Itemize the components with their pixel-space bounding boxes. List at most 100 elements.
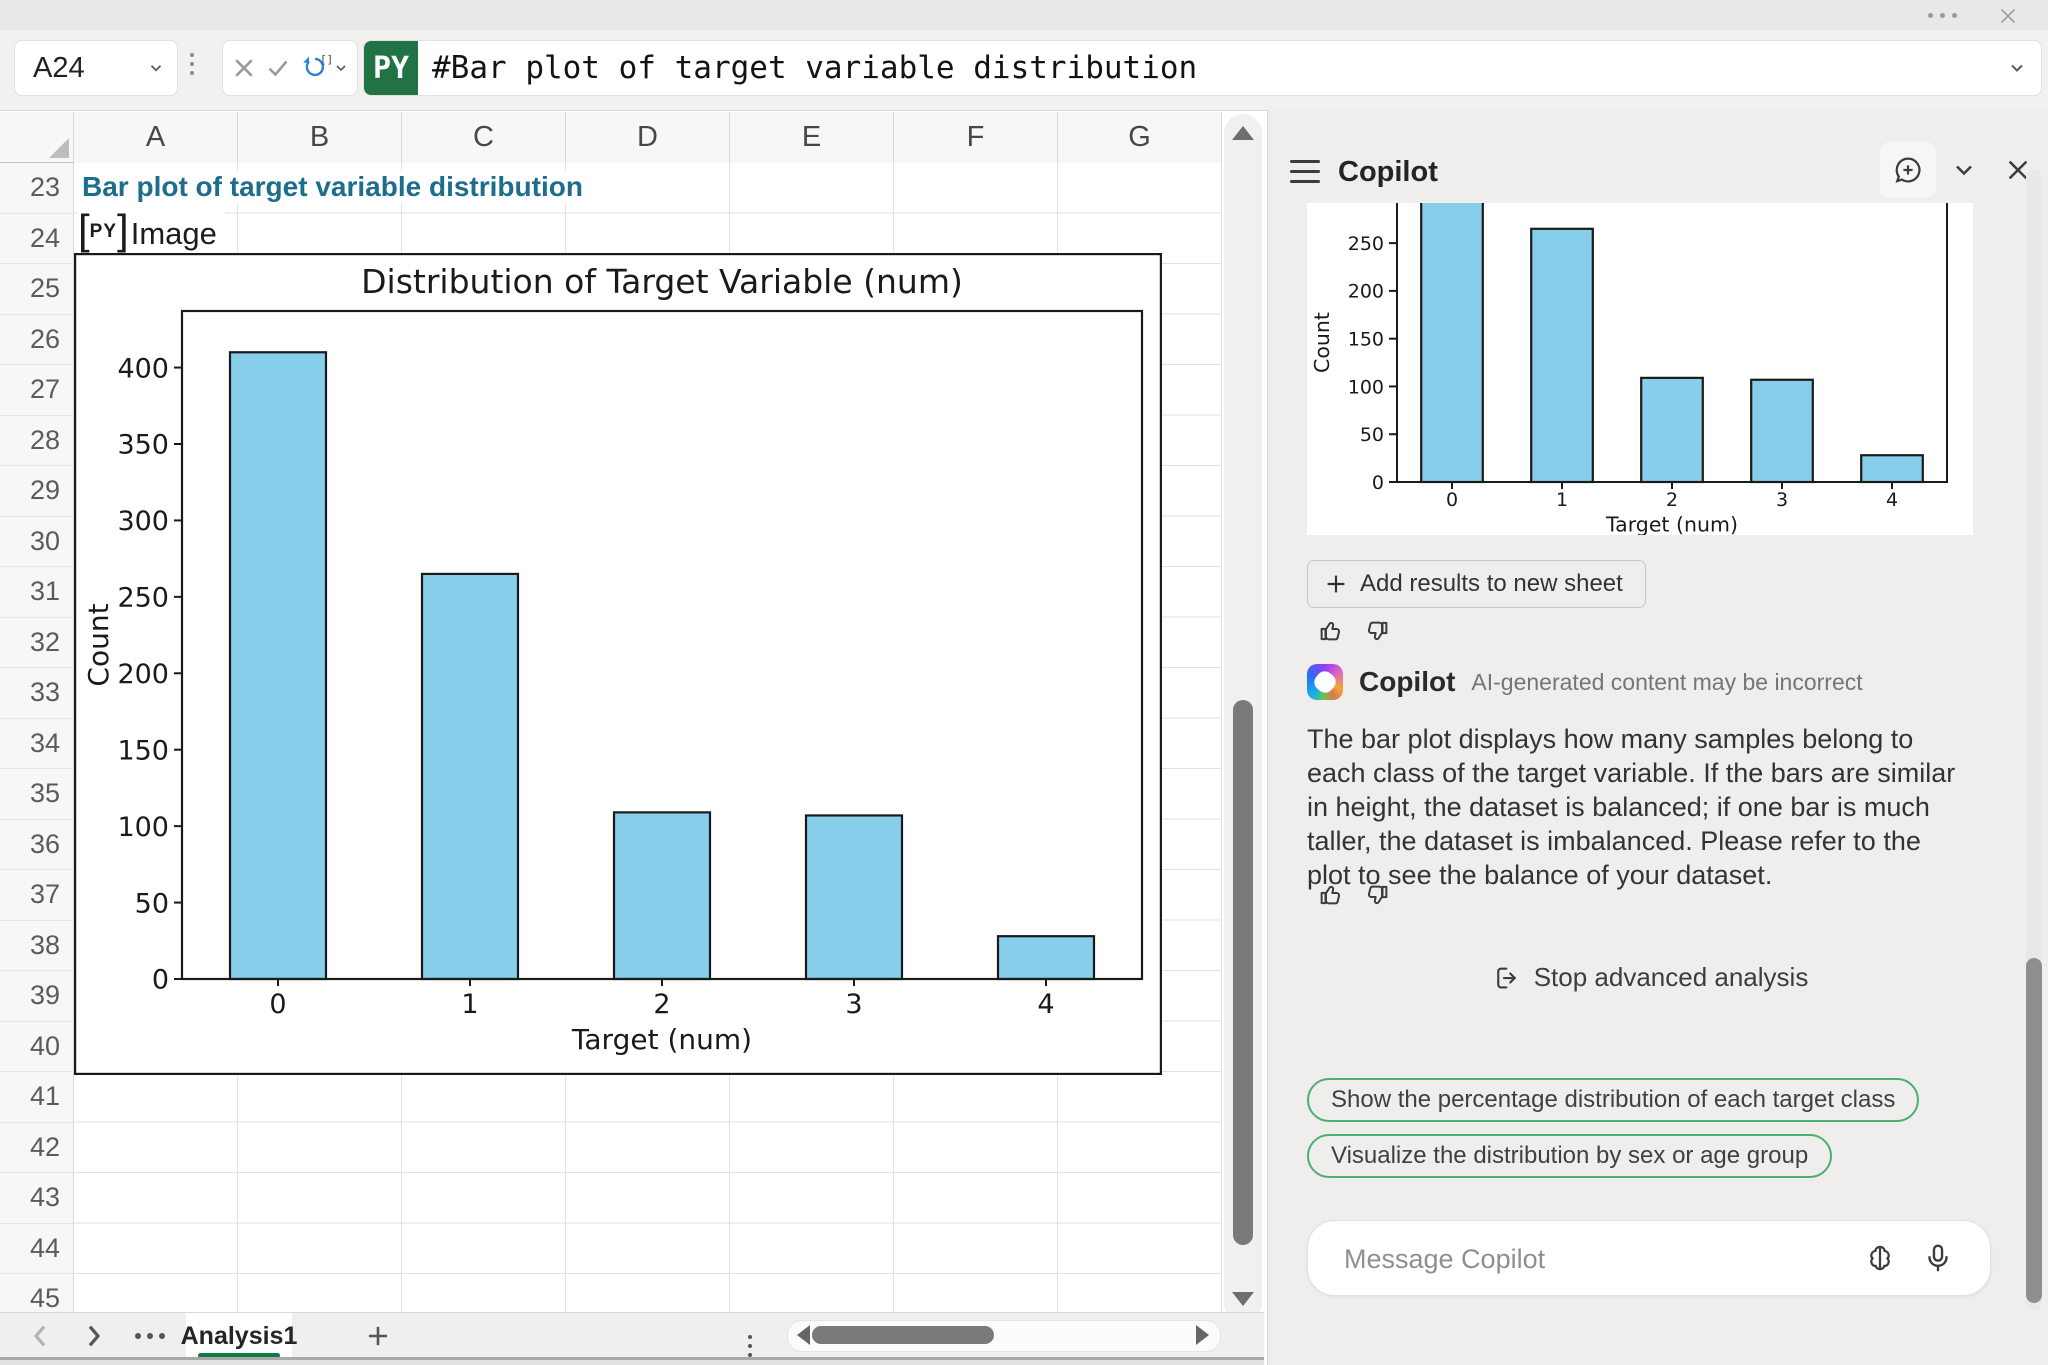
svg-text:100: 100 — [117, 812, 169, 843]
confirm-entry-icon[interactable] — [265, 55, 291, 81]
svg-text:Count: Count — [82, 603, 115, 686]
row-header[interactable]: 43 — [0, 1173, 73, 1224]
scroll-down-icon[interactable] — [1232, 1292, 1254, 1306]
row-header[interactable]: 32 — [0, 618, 73, 669]
formula-bar-options-icon[interactable] — [190, 53, 194, 75]
copilot-mini-chart: 05010015020025030001234Target (num)Count — [1307, 203, 1973, 535]
copilot-scrollbar-thumb[interactable] — [2026, 958, 2042, 1303]
microphone-icon[interactable] — [1920, 1240, 1956, 1276]
next-sheet-icon[interactable] — [78, 1313, 110, 1359]
svg-text:1: 1 — [1556, 489, 1568, 511]
grid-vertical-scrollbar-thumb[interactable] — [1233, 700, 1253, 1245]
column-header[interactable]: F — [894, 112, 1058, 163]
row-header[interactable]: 45 — [0, 1274, 73, 1312]
column-header[interactable]: B — [238, 112, 402, 163]
window-close-icon[interactable] — [1996, 4, 2020, 28]
row-header[interactable]: 41 — [0, 1072, 73, 1123]
svg-text:0: 0 — [1372, 472, 1384, 494]
scroll-left-icon[interactable] — [797, 1325, 810, 1345]
row-header[interactable]: 28 — [0, 416, 73, 467]
row-header[interactable]: 27 — [0, 365, 73, 416]
svg-text:2: 2 — [653, 989, 670, 1020]
new-chat-icon[interactable] — [1880, 142, 1936, 198]
python-insert-function-icon[interactable]: [] — [299, 53, 349, 83]
svg-text:3: 3 — [845, 989, 862, 1020]
thumbs-up-icon[interactable] — [1316, 616, 1346, 646]
all-sheets-icon[interactable] — [128, 1313, 172, 1359]
svg-text:3: 3 — [1776, 489, 1788, 511]
svg-text:0: 0 — [152, 965, 169, 996]
copilot-menu-icon[interactable] — [1290, 160, 1320, 183]
scroll-right-icon[interactable] — [1196, 1325, 1209, 1345]
select-all-corner[interactable] — [0, 112, 74, 163]
copilot-panel-title: Copilot — [1338, 156, 1438, 189]
svg-text:200: 200 — [1348, 281, 1384, 303]
main-chart[interactable]: 05010015020025030035040001234Target (num… — [74, 253, 1162, 1075]
thumbs-up-icon[interactable] — [1316, 880, 1346, 910]
suggestion-pill-1[interactable]: Show the percentage distribution of each… — [1307, 1078, 1919, 1122]
formula-controls: [] — [222, 40, 358, 96]
column-headers: ABCDEFG — [74, 112, 1222, 164]
column-header[interactable]: A — [74, 112, 238, 163]
row-header[interactable]: 35 — [0, 769, 73, 820]
row-header[interactable]: 38 — [0, 921, 73, 972]
add-sheet-icon[interactable] — [358, 1313, 398, 1359]
row-header[interactable]: 42 — [0, 1123, 73, 1174]
add-results-button[interactable]: Add results to new sheet — [1307, 560, 1646, 608]
svg-text:4: 4 — [1886, 489, 1898, 511]
ai-disclaimer: AI-generated content may be incorrect — [1471, 669, 1862, 696]
copilot-collapse-icon[interactable] — [1946, 152, 1982, 188]
row-header[interactable]: 37 — [0, 870, 73, 921]
copilot-message-input[interactable] — [1342, 1221, 1836, 1297]
row-header[interactable]: 36 — [0, 820, 73, 871]
svg-text:Distribution of Target Variabl: Distribution of Target Variable (num) — [361, 262, 963, 301]
thumbs-down-icon[interactable] — [1362, 880, 1392, 910]
python-badge: PY — [364, 41, 418, 95]
svg-text:300: 300 — [1348, 203, 1384, 207]
row-header[interactable]: 39 — [0, 971, 73, 1022]
thumbs-down-icon[interactable] — [1362, 616, 1392, 646]
svg-text:250: 250 — [1348, 233, 1384, 255]
formula-input[interactable]: PY #Bar plot of target variable distribu… — [363, 40, 2042, 96]
row-header[interactable]: 24 — [0, 214, 73, 265]
cell-a23-text: Bar plot of target variable distribution — [82, 171, 593, 203]
feedback-row-2 — [1316, 880, 1392, 910]
name-box[interactable]: A24 — [14, 40, 178, 96]
row-header[interactable]: 31 — [0, 567, 73, 618]
name-box-chevron-icon[interactable] — [147, 59, 165, 77]
svg-text:2: 2 — [1666, 489, 1678, 511]
row-header[interactable]: 25 — [0, 264, 73, 315]
prev-sheet-icon[interactable] — [24, 1313, 56, 1359]
stop-advanced-analysis-button[interactable]: Stop advanced analysis — [1307, 962, 1993, 993]
cell-a24-python-image: [PY]Image — [78, 210, 225, 252]
svg-text:0: 0 — [269, 989, 286, 1020]
column-header[interactable]: G — [1058, 112, 1222, 163]
row-header[interactable]: 33 — [0, 668, 73, 719]
copilot-attribution: Copilot AI-generated content may be inco… — [1307, 664, 1863, 700]
copilot-reasoning-icon[interactable] — [1862, 1240, 1898, 1276]
row-header[interactable]: 40 — [0, 1022, 73, 1073]
row-headers: 2324252627282930313233343536373839404142… — [0, 163, 74, 1312]
svg-text:250: 250 — [117, 583, 169, 614]
row-header[interactable]: 26 — [0, 315, 73, 366]
copilot-sender-name: Copilot — [1359, 666, 1455, 698]
row-header[interactable]: 30 — [0, 517, 73, 568]
horizontal-scrollbar-thumb[interactable] — [812, 1326, 994, 1344]
formula-text: #Bar plot of target variable distributio… — [432, 50, 1197, 86]
svg-text:[]: [] — [320, 53, 333, 66]
row-header[interactable]: 29 — [0, 466, 73, 517]
column-header[interactable]: E — [730, 112, 894, 163]
window-more-icon[interactable] — [1928, 13, 1957, 18]
column-header[interactable]: D — [566, 112, 730, 163]
suggestion-pill-2[interactable]: Visualize the distribution by sex or age… — [1307, 1134, 1832, 1178]
scroll-up-icon[interactable] — [1232, 126, 1254, 140]
window-bottom-strip — [0, 1360, 1264, 1365]
column-header[interactable]: C — [402, 112, 566, 163]
copilot-result-chart-card: 05010015020025030001234Target (num)Count — [1307, 203, 1973, 535]
row-header[interactable]: 44 — [0, 1224, 73, 1275]
row-header[interactable]: 23 — [0, 163, 73, 214]
cancel-entry-icon[interactable] — [231, 55, 257, 81]
row-header[interactable]: 34 — [0, 719, 73, 770]
formula-bar-expand-icon[interactable] — [2007, 58, 2027, 78]
copilot-message-text: The bar plot displays how many samples b… — [1307, 722, 1967, 892]
